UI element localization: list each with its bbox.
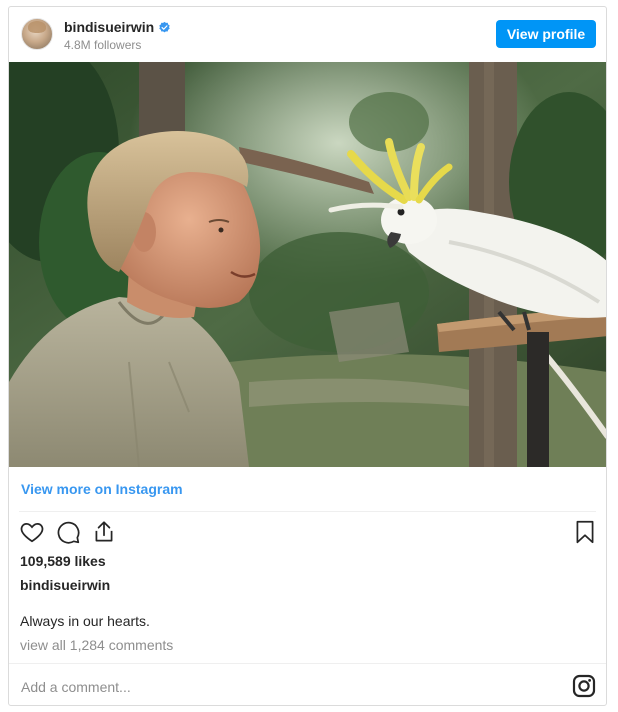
comment-bubble-icon[interactable] [55,519,81,545]
caption-text: Always in our hearts. [20,613,150,629]
username-line: bindisueirwin [64,19,171,35]
likes-count[interactable]: 109,589 likes [20,553,106,569]
view-all-comments-link[interactable]: view all 1,284 comments [20,637,173,653]
share-upload-icon[interactable] [91,519,117,545]
post-photo[interactable] [9,62,606,467]
verified-badge-icon [159,21,170,32]
add-comment-input[interactable] [19,673,543,701]
view-profile-button[interactable]: View profile [496,20,596,48]
divider [19,511,596,512]
instagram-logo-icon[interactable] [572,674,596,698]
caption-username[interactable]: bindisueirwin [20,577,110,593]
avatar[interactable] [21,18,53,50]
instagram-embed-card: bindisueirwin 4.8M followers View profil… [8,6,607,706]
username-link[interactable]: bindisueirwin [64,19,154,35]
action-bar [19,519,598,547]
divider [9,663,606,664]
followers-count: 4.8M followers [64,38,142,52]
heart-icon[interactable] [19,519,45,545]
post-image [9,62,606,467]
bookmark-icon[interactable] [572,519,598,545]
view-more-link[interactable]: View more on Instagram [21,481,183,497]
post-header: bindisueirwin 4.8M followers View profil… [9,7,606,62]
